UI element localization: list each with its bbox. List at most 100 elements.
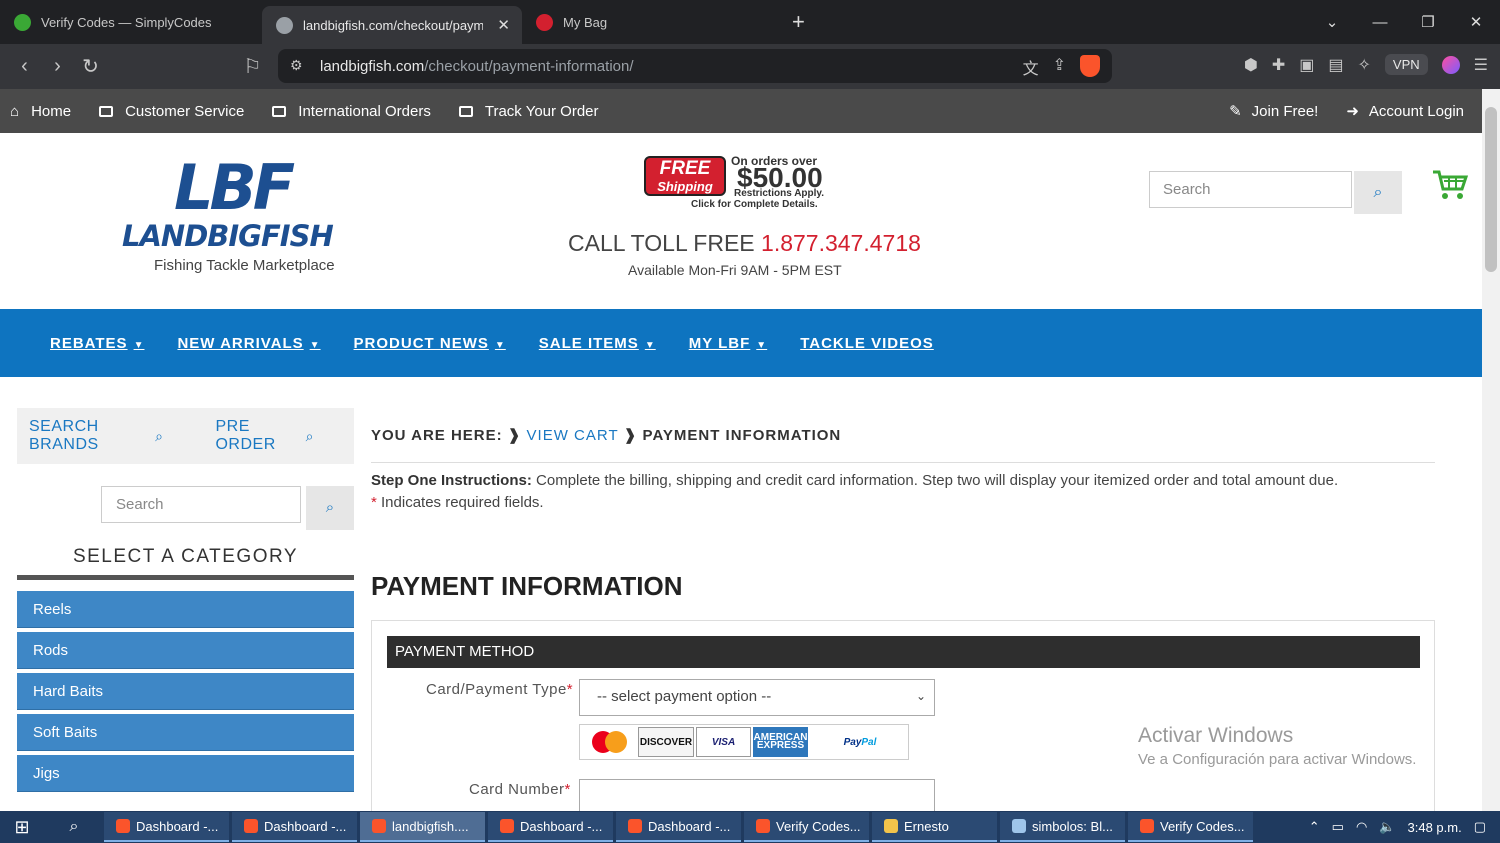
nav-new-arrivals[interactable]: NEW ARRIVALS ▼ xyxy=(177,335,320,352)
pre-order-link[interactable]: PRE ORDER xyxy=(215,418,295,454)
free-shipping-banner[interactable]: FREE Shipping On orders over $50.00 Rest… xyxy=(644,154,844,212)
puzzle-icon[interactable]: ✚ xyxy=(1272,55,1285,75)
taskbar-app[interactable]: Ernesto xyxy=(872,812,997,842)
edit-icon: ✎ xyxy=(1229,103,1242,120)
site-logo[interactable]: LBF LANDBIGFISH Fishing Tackle Marketpla… xyxy=(118,157,378,275)
step-instructions: Step One Instructions: Complete the bill… xyxy=(371,472,1435,489)
category-reels[interactable]: Reels xyxy=(17,591,354,628)
forward-icon[interactable]: › xyxy=(41,55,74,78)
search-brands-link[interactable]: SEARCH BRANDS xyxy=(29,418,145,454)
minimize-icon[interactable]: — xyxy=(1356,14,1404,31)
chevron-up-icon[interactable]: ⌃ xyxy=(1309,819,1320,835)
nav-tackle-videos[interactable]: TACKLE VIDEOS xyxy=(800,335,934,352)
search-icon[interactable]: ⌕ xyxy=(44,818,104,836)
restore-icon[interactable]: ❐ xyxy=(1404,13,1452,31)
sidebar-search-button[interactable]: ⌕ xyxy=(306,486,354,530)
taskbar-app[interactable]: Dashboard -... xyxy=(488,812,613,842)
reload-icon[interactable]: ↻ xyxy=(74,54,107,79)
battery-icon[interactable]: ▭ xyxy=(1332,819,1344,835)
nav-track-order[interactable]: Track Your Order xyxy=(458,103,599,120)
taskbar-app[interactable]: landbigfish.... xyxy=(360,812,485,842)
share-icon[interactable]: ⇪ xyxy=(1053,55,1066,79)
volume-icon[interactable]: 🔈 xyxy=(1379,819,1395,835)
header-search-button[interactable]: ⌕ xyxy=(1354,171,1402,214)
sign-in-icon: ➜ xyxy=(1346,103,1359,120)
bookmark-icon[interactable]: ⚐ xyxy=(236,54,269,79)
category-rods[interactable]: Rods xyxy=(17,632,354,669)
close-icon[interactable]: ✕ xyxy=(497,16,510,34)
tab-my-bag[interactable]: My Bag xyxy=(522,0,782,44)
breadcrumb-prefix: YOU ARE HERE: xyxy=(371,427,503,444)
window-controls: ⌄ — ❐ ✕ xyxy=(1308,0,1500,44)
tab-landbigfish[interactable]: landbigfish.com/checkout/payme ✕ xyxy=(262,6,522,44)
nav-rebates[interactable]: REBATES ▼ xyxy=(50,335,144,352)
taskbar-app[interactable]: Dashboard -... xyxy=(232,812,357,842)
translate-icon[interactable]: 文 xyxy=(1023,55,1039,79)
nav-sale-items[interactable]: SALE ITEMS ▼ xyxy=(539,335,656,352)
taskbar-app-label: Dashboard -... xyxy=(648,818,731,834)
category-soft-baits[interactable]: Soft Baits xyxy=(17,714,354,751)
extension-icon[interactable]: ⬢ xyxy=(1244,55,1258,75)
nav-product-news[interactable]: PRODUCT NEWS ▼ xyxy=(354,335,506,352)
nav-my-lbf-label: MY LBF xyxy=(688,334,751,352)
taskbar-app[interactable]: Dashboard -... xyxy=(616,812,741,842)
wifi-icon[interactable]: ◠ xyxy=(1356,819,1367,835)
nav-customer-service[interactable]: Customer Service xyxy=(99,103,244,120)
taskbar-app[interactable]: Dashboard -... xyxy=(104,812,229,842)
close-window-icon[interactable]: ✕ xyxy=(1452,13,1500,31)
discover-logo: DISCOVER xyxy=(638,727,694,757)
breadcrumb-view-cart[interactable]: VIEW CART xyxy=(527,427,619,444)
wallet-icon[interactable]: ▤ xyxy=(1328,55,1343,75)
nav-home[interactable]: ⌂ Home xyxy=(10,103,71,120)
card-icon xyxy=(99,105,114,117)
web-page: ⌂ Home Customer Service International Or… xyxy=(0,89,1482,811)
taskbar-app[interactable]: Verify Codes... xyxy=(744,812,869,842)
notepad-icon xyxy=(1012,819,1026,833)
left-sidebar: SEARCH BRANDS ⌕ PRE ORDER ⌕ Search ⌕ SEL… xyxy=(17,408,354,792)
toll-free-line: CALL TOLL FREE 1.877.347.4718 xyxy=(568,230,921,257)
tab-verify-codes[interactable]: Verify Codes — SimplyCodes xyxy=(0,0,262,44)
page-scrollbar[interactable] xyxy=(1482,89,1500,811)
card-number-input[interactable] xyxy=(579,779,935,811)
start-icon[interactable]: ⊞ xyxy=(0,817,44,838)
tab-label: landbigfish.com/checkout/payme xyxy=(303,17,483,33)
new-tab-button[interactable]: + xyxy=(792,9,805,35)
notifications-icon[interactable]: ▢ xyxy=(1474,819,1486,835)
shipping-text: Shipping xyxy=(657,179,713,194)
brave-shield-icon[interactable] xyxy=(1080,55,1100,77)
accepted-cards: DISCOVER VISA AMERICAN EXPRESS Pay Pal xyxy=(579,724,909,760)
nav-my-lbf[interactable]: MY LBF ▼ xyxy=(689,335,767,352)
paypal-pal: Pal xyxy=(861,736,877,748)
required-asterisk: * xyxy=(566,681,574,698)
chevron-down-icon[interactable]: ⌄ xyxy=(1308,13,1356,31)
vpn-button[interactable]: VPN xyxy=(1384,54,1428,75)
taskbar-app-label: landbigfish.... xyxy=(392,818,469,834)
leo-icon[interactable]: ✧ xyxy=(1358,55,1371,75)
payment-info-title: PAYMENT INFORMATION xyxy=(371,571,683,601)
menu-icon[interactable]: ☰ xyxy=(1474,55,1488,75)
logo-wordmark: LANDBIGFISH xyxy=(122,219,334,253)
nav-account-login[interactable]: ➜ Account Login xyxy=(1346,102,1464,121)
category-hard-baits[interactable]: Hard Baits xyxy=(17,673,354,710)
profile-icon[interactable] xyxy=(1441,55,1460,74)
taskbar-app[interactable]: simbolos: Bl... xyxy=(1000,812,1125,842)
payment-type-select[interactable]: -- select payment option -- ⌄ xyxy=(579,679,935,716)
sidebar-icon[interactable]: ▣ xyxy=(1299,55,1314,75)
nav-international-orders[interactable]: International Orders xyxy=(272,103,431,120)
scrollbar-thumb[interactable] xyxy=(1485,107,1497,272)
instructions-heading: Step One Instructions: xyxy=(371,472,532,489)
taskbar-app[interactable]: Verify Codes... xyxy=(1128,812,1253,842)
clock[interactable]: 3:48 p.m. xyxy=(1408,820,1462,835)
site-info-icon[interactable]: ⚙ xyxy=(290,57,303,74)
address-bar[interactable]: ⚙ landbigfish.com/checkout/payment-infor… xyxy=(278,49,1112,83)
back-icon[interactable]: ‹ xyxy=(8,55,41,78)
sidebar-search-input[interactable]: Search xyxy=(101,486,301,523)
search-icon: ⌕ xyxy=(305,427,314,444)
category-jigs[interactable]: Jigs xyxy=(17,755,354,792)
phone-number[interactable]: 1.877.347.4718 xyxy=(761,230,921,256)
cart-icon[interactable] xyxy=(1432,169,1468,201)
nav-join-free[interactable]: ✎ Join Free! xyxy=(1229,102,1318,121)
header-search-input[interactable]: Search xyxy=(1149,171,1352,208)
url-host: landbigfish.com xyxy=(320,57,425,75)
taskbar-app-label: Dashboard -... xyxy=(520,818,603,834)
